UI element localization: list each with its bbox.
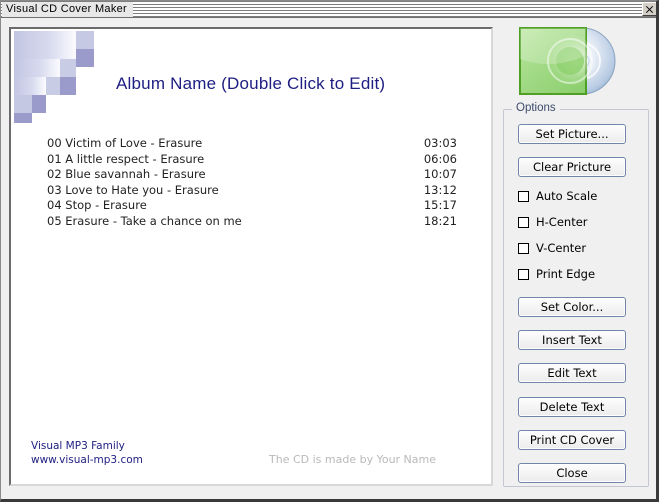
checkbox-label: H-Center xyxy=(536,215,588,229)
checkbox-box-icon[interactable] xyxy=(518,216,529,228)
checkbox-print-edge[interactable]: Print Edge xyxy=(518,267,595,281)
cd-case-icon xyxy=(518,25,626,99)
staircase-pattern-icon xyxy=(14,31,94,123)
set-picture-button[interactable]: Set Picture... xyxy=(518,124,626,144)
track-list[interactable]: 00 Victim of Love - Erasure 03:03 01 A l… xyxy=(47,136,457,230)
track-row[interactable]: 04 Stop - Erasure 15:17 xyxy=(47,198,457,214)
options-group-label: Options xyxy=(512,102,560,114)
checkbox-h-center[interactable]: H-Center xyxy=(518,215,588,229)
delete-text-button[interactable]: Delete Text xyxy=(518,397,626,417)
window-title: Visual CD Cover Maker xyxy=(2,1,134,17)
brand-name: Visual MP3 Family xyxy=(31,440,125,452)
track-time: 18:21 xyxy=(423,213,457,228)
track-time: 10:07 xyxy=(423,167,457,182)
app-window: Visual CD Cover Maker Album Name (Double… xyxy=(0,0,659,502)
decorative-pattern xyxy=(14,31,94,123)
track-title: 00 Victim of Love - Erasure xyxy=(47,136,203,150)
close-button[interactable]: Close xyxy=(518,463,626,483)
clear-picture-button[interactable]: Clear Pricture xyxy=(518,157,626,177)
track-row[interactable]: 01 A little respect - Erasure 06:06 xyxy=(47,152,457,168)
track-title: 01 A little respect - Erasure xyxy=(47,151,205,166)
checkbox-box-icon[interactable] xyxy=(518,190,529,202)
track-row[interactable]: 02 Blue savannah - Erasure 10:07 xyxy=(47,167,457,183)
cover-credit-text[interactable]: The CD is made by Your Name xyxy=(269,453,436,466)
insert-text-button[interactable]: Insert Text xyxy=(518,330,626,350)
track-title: 02 Blue savannah - Erasure xyxy=(47,167,206,182)
cover-footer-brand[interactable]: Visual MP3 Family www.visual-mp3.com xyxy=(31,440,143,467)
track-time: 06:06 xyxy=(423,151,457,166)
cover-preview-panel[interactable]: Album Name (Double Click to Edit) 00 Vic… xyxy=(9,27,493,486)
track-row[interactable]: 05 Erasure - Take a chance on me 18:21 xyxy=(47,214,457,230)
checkbox-v-center[interactable]: V-Center xyxy=(518,241,586,255)
checkbox-label: Print Edge xyxy=(536,267,596,281)
edit-text-button[interactable]: Edit Text xyxy=(518,363,626,383)
checkbox-auto-scale[interactable]: Auto Scale xyxy=(518,189,597,203)
checkbox-box-icon[interactable] xyxy=(518,268,529,280)
track-time: 13:12 xyxy=(423,182,457,197)
track-time: 15:17 xyxy=(423,198,457,213)
cover-canvas[interactable]: Album Name (Double Click to Edit) 00 Vic… xyxy=(11,29,491,484)
track-title: 04 Stop - Erasure xyxy=(47,198,147,213)
checkbox-label: Auto Scale xyxy=(536,189,598,203)
set-color-button[interactable]: Set Color... xyxy=(518,297,626,317)
title-bar[interactable]: Visual CD Cover Maker xyxy=(1,1,656,18)
track-title: 05 Erasure - Take a chance on me xyxy=(47,213,242,228)
track-row[interactable]: 00 Victim of Love - Erasure 03:03 xyxy=(47,136,457,152)
brand-url: www.visual-mp3.com xyxy=(31,453,143,466)
track-row[interactable]: 03 Love to Hate you - Erasure 13:12 xyxy=(47,183,457,199)
checkbox-box-icon[interactable] xyxy=(518,242,529,254)
print-cd-cover-button[interactable]: Print CD Cover xyxy=(518,430,626,450)
track-title: 03 Love to Hate you - Erasure xyxy=(47,182,219,197)
checkbox-label: V-Center xyxy=(536,241,587,255)
track-time: 03:03 xyxy=(423,136,457,150)
album-title-text[interactable]: Album Name (Double Click to Edit) xyxy=(116,74,385,94)
close-icon[interactable] xyxy=(642,2,656,16)
